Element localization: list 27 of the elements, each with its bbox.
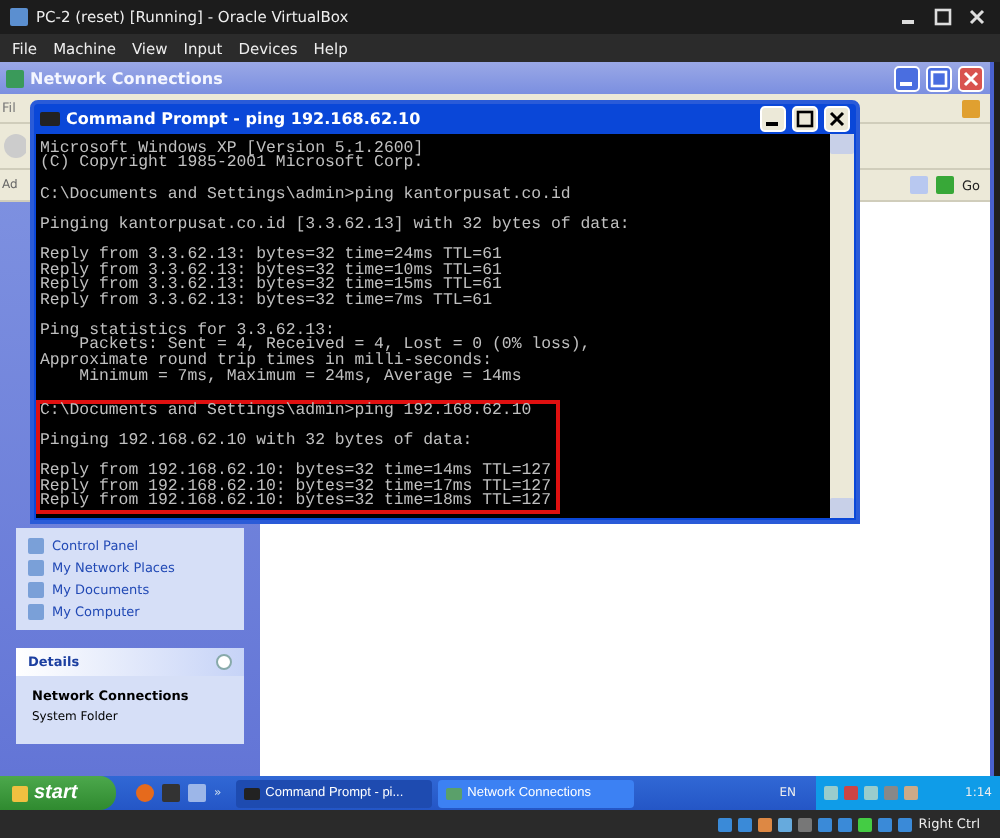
console-line: Pinging kantorpusat.co.id [3.3.62.13] with 32 bytes of data: [40,217,630,233]
console-line: Reply from 3.3.62.13: bytes=32 time=10ms TTL=61 [40,263,504,279]
console-line: Ping statistics for 3.3.62.13: [40,323,335,339]
console-line: Reply from 192.168.62.10: bytes=32 time=18ms TTL=127 [40,494,551,510]
console-line: (C) Copyright 1985-2001 Microsoft Corp. [40,156,426,172]
console-line: Reply from 192.168.62.10: bytes=32 time=17ms TTL=127 [40,479,551,495]
console-line: C:\Documents and Settings\admin>ping kantorpusat.co.id [40,187,573,203]
console-line: Approximate round trip times in milli-seconds: [40,354,493,370]
start-button[interactable]: start [0,776,116,810]
console-line: Reply from 3.3.62.13: bytes=32 time=15ms TTL=61 [40,278,504,294]
console-line: Pinging 192.168.62.10 with 32 bytes of data: [40,434,475,450]
maximize-button[interactable] [792,105,818,132]
console-line: Packets: Sent = 4, Received = 4, Lost = 0 (0% loss), [79,338,593,355]
console-line: C:\Documents and Settings\admin>ping 192.168.62.10 [40,403,534,419]
console-line: Minimum = 7ms, Maximum = 24ms, Average = 14ms [79,369,524,385]
close-button[interactable] [964,4,990,30]
scrollbar[interactable] [830,133,854,518]
explorer-title: Network Connections [30,69,223,87]
console-line: Microsoft Windows XP [Version 5.1.2600] [40,141,426,157]
console-line: Reply from 3.3.62.13: bytes=32 time=24ms TTL=61 [40,247,504,263]
minimize-button[interactable] [760,105,786,132]
console-line: Reply from 192.168.62.10: bytes=32 time=14ms TTL=127 [40,464,551,480]
close-button[interactable] [824,105,850,132]
maximize-button[interactable] [930,4,956,30]
restore-button[interactable] [926,65,952,91]
console-line: Reply from 3.3.62.13: bytes=32 time=7ms TTL=61 [40,293,495,309]
cmd-title: Command Prompt - ping 192.168.62.10 [66,109,421,128]
